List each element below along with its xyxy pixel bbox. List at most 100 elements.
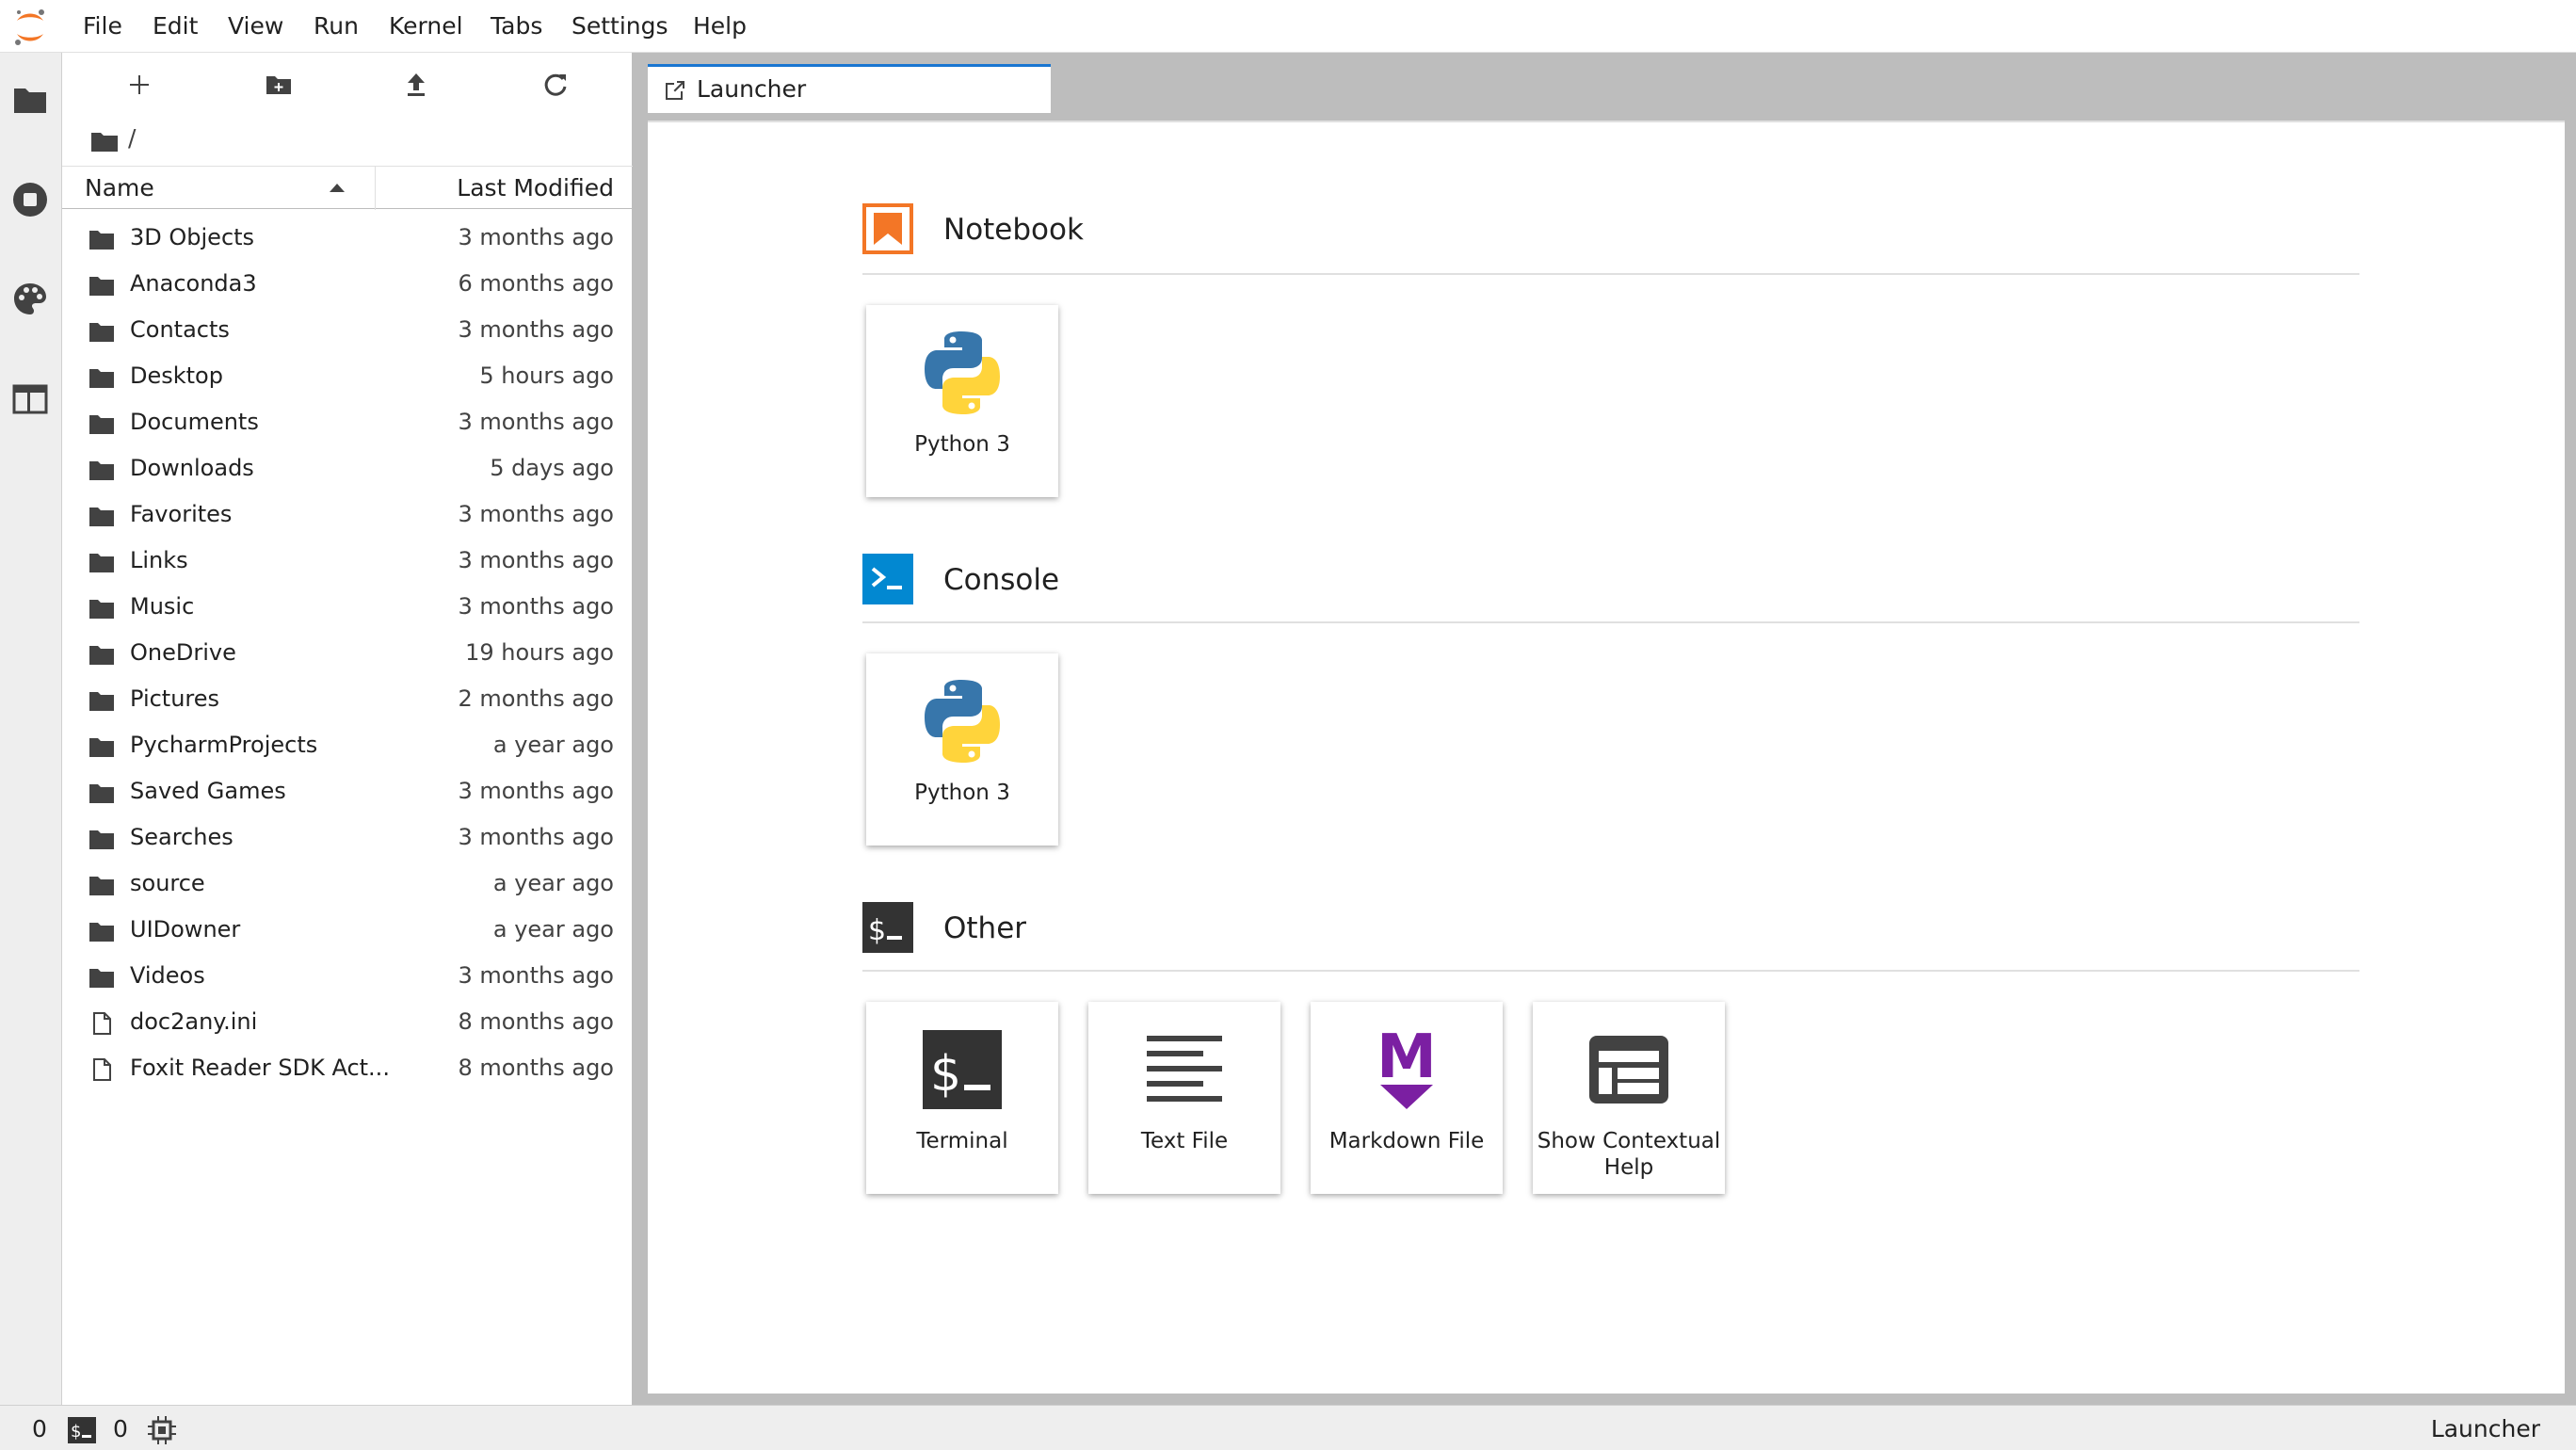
main-dock-area: Launcher Notebook Python 3 Console Pytho… [633, 53, 2576, 1405]
file-name: Videos [130, 962, 205, 989]
new-launcher-icon[interactable] [121, 66, 158, 104]
launcher-card-text-file[interactable]: Text File [1088, 1002, 1280, 1194]
status-current-activity: Launcher [2430, 1415, 2540, 1442]
folder-icon [89, 692, 114, 711]
kernel-count[interactable]: 0 [32, 1415, 47, 1442]
terminal-count[interactable]: 0 [113, 1415, 128, 1442]
home-folder-icon[interactable] [90, 130, 119, 153]
python-icon [925, 331, 1000, 414]
section-title-other: Other [943, 911, 1027, 945]
file-name: Downloads [130, 455, 254, 481]
file-row[interactable]: OneDrive 19 hours ago [62, 634, 633, 680]
section-title-notebook: Notebook [943, 213, 1084, 247]
breadcrumb-root[interactable]: / [128, 124, 136, 152]
svg-text:M: M [1377, 1023, 1437, 1092]
sort-ascending-icon[interactable] [330, 184, 345, 192]
file-name: Anaconda3 [130, 270, 257, 297]
card-label: Python 3 [914, 781, 1010, 805]
folder-icon [89, 738, 114, 757]
file-name: source [130, 870, 205, 896]
file-row[interactable]: PycharmProjects a year ago [62, 726, 633, 772]
file-row[interactable]: Saved Games 3 months ago [62, 772, 633, 818]
file-row[interactable]: source a year ago [62, 864, 633, 910]
file-name: Desktop [130, 362, 223, 389]
file-row[interactable]: Contacts 3 months ago [62, 311, 633, 357]
python-icon [925, 680, 1000, 763]
launcher-card-console-python3[interactable]: Python 3 [866, 653, 1058, 846]
svg-text:$: $ [930, 1046, 961, 1103]
card-label: Text File [1140, 1129, 1229, 1153]
file-modified: a year ago [492, 916, 614, 942]
jupyter-logo-icon [15, 9, 44, 45]
file-row[interactable]: Videos 3 months ago [62, 957, 633, 1003]
launcher-card-terminal[interactable]: $ Terminal [866, 1002, 1058, 1194]
terminal-status-icon[interactable]: $ [68, 1417, 96, 1443]
running-icon[interactable] [11, 181, 49, 218]
menu-help[interactable]: Help [693, 12, 747, 40]
column-modified-header[interactable]: Last Modified [457, 174, 614, 201]
new-folder-icon[interactable] [260, 66, 298, 104]
menu-file[interactable]: File [83, 12, 122, 40]
launcher-card-markdown-file[interactable]: M Markdown File [1311, 1002, 1503, 1194]
menu-run[interactable]: Run [314, 12, 359, 40]
file-row[interactable]: UIDowner a year ago [62, 910, 633, 957]
file-row[interactable]: Searches 3 months ago [62, 818, 633, 864]
text-file-icon [1147, 1036, 1222, 1102]
file-row[interactable]: 3D Objects 3 months ago [62, 218, 633, 265]
folder-icon [89, 323, 114, 342]
folder-icon[interactable] [11, 81, 49, 119]
file-modified: 3 months ago [458, 501, 614, 527]
contextual-help-icon [1589, 1036, 1668, 1104]
menu-settings[interactable]: Settings [572, 12, 668, 40]
column-divider[interactable] [375, 167, 376, 210]
column-name-header[interactable]: Name [85, 174, 154, 201]
file-row[interactable]: Links 3 months ago [62, 541, 633, 588]
folder-icon [89, 231, 114, 250]
markdown-icon: M [1377, 1023, 1437, 1109]
file-browser: / Name Last Modified 3D Objects 3 months … [62, 53, 633, 1405]
launcher-card-notebook-python3[interactable]: Python 3 [866, 305, 1058, 497]
launcher-card-contextual-help[interactable]: Show Contextual Help [1533, 1002, 1725, 1194]
file-modified: a year ago [492, 732, 614, 758]
menu-edit[interactable]: Edit [153, 12, 198, 40]
file-row[interactable]: Foxit Reader SDK Act... 8 months ago [62, 1049, 633, 1095]
palette-icon[interactable] [11, 281, 49, 318]
refresh-icon[interactable] [537, 66, 574, 104]
file-row[interactable]: doc2any.ini 8 months ago [62, 1003, 633, 1049]
folder-icon [89, 508, 114, 526]
file-row[interactable]: Desktop 5 hours ago [62, 357, 633, 403]
menu-kernel[interactable]: Kernel [389, 12, 463, 40]
folder-icon [89, 600, 114, 619]
file-row[interactable]: Anaconda3 6 months ago [62, 265, 633, 311]
file-row[interactable]: Pictures 2 months ago [62, 680, 633, 726]
file-modified: 3 months ago [458, 824, 614, 850]
menu-tabs[interactable]: Tabs [491, 12, 542, 40]
memory-chip-icon[interactable] [147, 1415, 177, 1445]
file-row[interactable]: Music 3 months ago [62, 588, 633, 634]
file-row[interactable]: Favorites 3 months ago [62, 495, 633, 541]
tabs-icon[interactable] [11, 380, 49, 418]
folder-icon [89, 969, 114, 988]
file-list: 3D Objects 3 months ago Anaconda3 6 months … [62, 218, 633, 1095]
tab-launcher[interactable]: Launcher [648, 64, 1051, 113]
folder-icon [89, 830, 114, 849]
file-name: Searches [130, 824, 233, 850]
menu-view[interactable]: View [228, 12, 283, 40]
file-modified: 3 months ago [458, 224, 614, 250]
file-row[interactable]: Downloads 5 days ago [62, 449, 633, 495]
section-divider [862, 970, 2359, 972]
file-modified: 3 months ago [458, 547, 614, 573]
file-icon [93, 1058, 111, 1081]
file-name: Foxit Reader SDK Act... [130, 1055, 390, 1081]
folder-icon [89, 923, 114, 942]
file-row[interactable]: Documents 3 months ago [62, 403, 633, 449]
upload-icon[interactable] [397, 66, 435, 104]
section-divider [862, 621, 2359, 623]
file-name: doc2any.ini [130, 1008, 258, 1035]
file-name: Saved Games [130, 778, 286, 804]
status-bar: 0 $ 0 Launcher [0, 1405, 2576, 1450]
file-list-header: Name Last Modified [62, 166, 633, 210]
file-modified: a year ago [492, 870, 614, 896]
folder-icon [89, 369, 114, 388]
file-name: Links [130, 547, 188, 573]
